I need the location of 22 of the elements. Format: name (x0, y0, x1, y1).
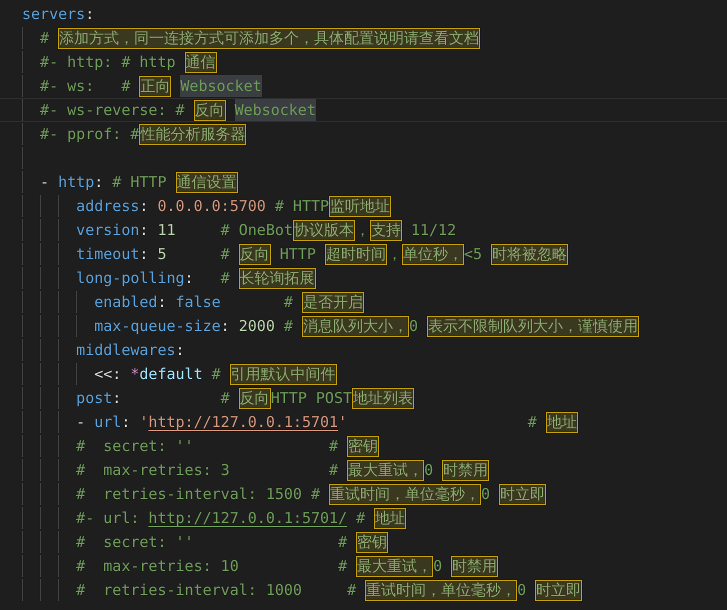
code-line: middlewares: (0, 338, 727, 362)
code-line: # secret: '' # 密钥 (0, 434, 727, 458)
code-line: address: 0.0.0.0:5700 # HTTP监听地址 (0, 194, 727, 218)
code-line: # max-retries: 10 # 最大重试，0 时禁用 (0, 554, 727, 578)
code-line: max-queue-size: 2000 # 消息队列大小，0 表示不限制队列大小，谨慎使用 (0, 314, 727, 338)
code-line: post: # 反向 HTTP POST地址列表 (0, 386, 727, 410)
code-line: - url: 'http://127.0.0.1:5701' # 地址 (0, 410, 727, 434)
code-line: version: 11 # OneBot协议版本，支持 11/12 (0, 218, 727, 242)
code-line: enabled: false # 是否开启 (0, 290, 727, 314)
code-line: - http: # HTTP 通信设置 (0, 170, 727, 194)
code-line: #- url: http://127.0.0.1:5701/ # 地址 (0, 506, 727, 530)
code-line: <<: *default # 引用默认中间件 (0, 362, 727, 386)
code-line: servers: (21, 4, 96, 25)
code-line: # retries-interval: 1000 # 重试时间，单位毫秒，0 时立即 (0, 578, 727, 602)
code-line: # max-retries: 3 # 最大重试，0 时禁用 (0, 458, 727, 482)
code-line: # secret: '' # 密钥 (0, 530, 727, 554)
code-line: #- ws: # 正向 Websocket (0, 74, 727, 98)
code-line: #- pprof: #性能分析服务器 (0, 122, 727, 146)
code-line: timeout: 5 # 反向 HTTP 超时时间，单位秒，<5 时将被忽略 (0, 242, 727, 266)
code-line: # retries-interval: 1500 # 重试时间，单位毫秒，0 时立即 (0, 482, 727, 506)
code-line: #- http: # http 通信 (0, 50, 727, 74)
code-line: #- ws-reverse: # 反向 Websocket (0, 98, 727, 122)
